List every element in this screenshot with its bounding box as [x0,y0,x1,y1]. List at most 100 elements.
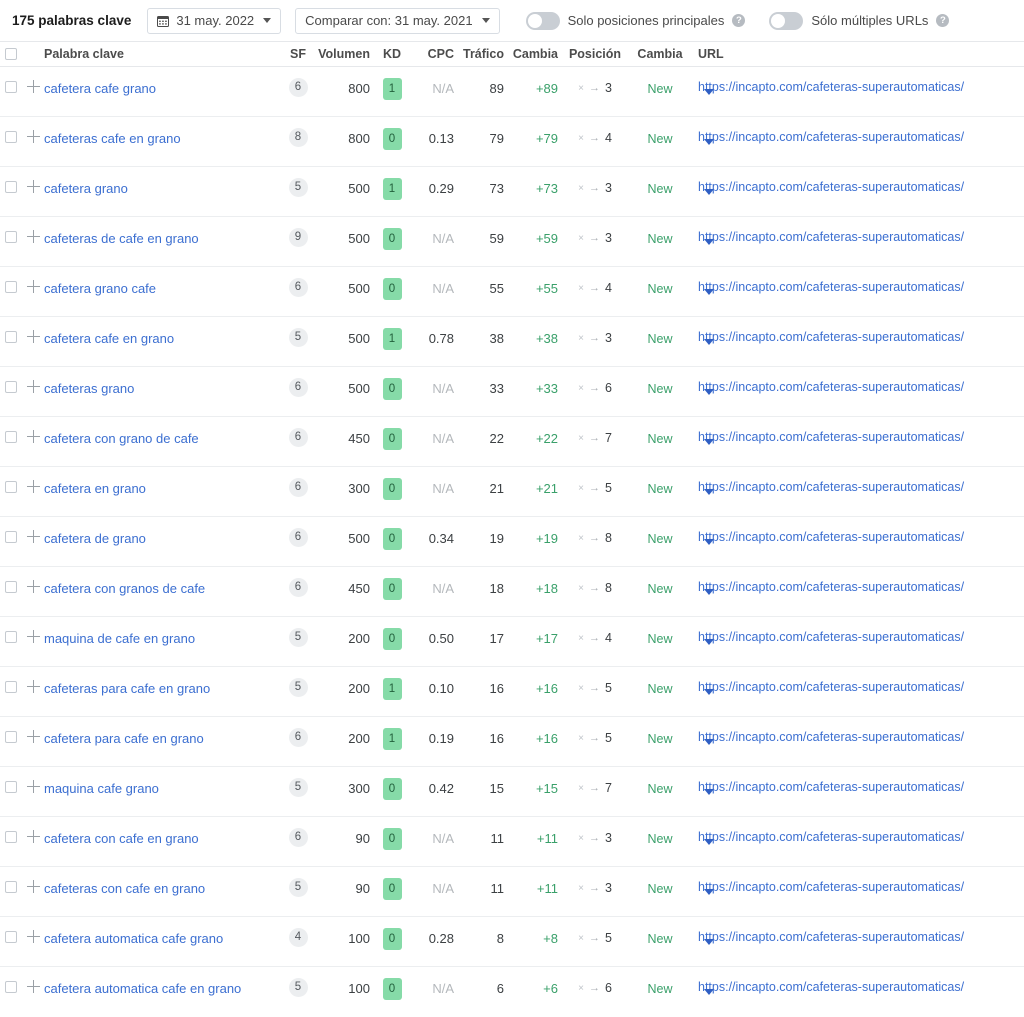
chevron-down-icon[interactable] [704,789,714,810]
chevron-down-icon[interactable] [704,489,714,510]
keyword-link[interactable]: cafeteras para cafe en grano [44,681,210,696]
row-checkbox[interactable] [5,731,17,743]
row-checkbox[interactable] [5,931,17,943]
add-keyword-cell[interactable] [22,217,44,243]
chevron-down-icon[interactable] [704,239,714,260]
add-keyword-cell[interactable] [22,767,44,793]
row-select-cell[interactable] [0,217,22,243]
add-keyword-cell[interactable] [22,317,44,343]
row-select-cell[interactable] [0,917,22,943]
chevron-down-icon[interactable] [704,989,714,1010]
row-checkbox[interactable] [5,331,17,343]
help-icon[interactable]: ? [732,14,746,27]
plus-icon[interactable] [26,130,40,143]
add-keyword-cell[interactable] [22,467,44,493]
chevron-down-icon[interactable] [704,839,714,860]
add-keyword-cell[interactable] [22,367,44,393]
plus-icon[interactable] [26,880,40,893]
help-icon[interactable]: ? [936,14,950,27]
row-select-cell[interactable] [0,517,22,543]
column-header-keyword[interactable]: Palabra clave [44,47,280,61]
row-select-cell[interactable] [0,617,22,643]
keyword-link[interactable]: cafeteras cafe en grano [44,131,181,146]
row-select-cell[interactable] [0,117,22,143]
row-select-cell[interactable] [0,67,22,93]
plus-icon[interactable] [26,830,40,843]
plus-icon[interactable] [26,280,40,293]
row-checkbox[interactable] [5,281,17,293]
chevron-down-icon[interactable] [704,739,714,760]
row-select-cell[interactable] [0,667,22,693]
row-select-cell[interactable] [0,567,22,593]
keyword-link[interactable]: cafetera automatica cafe en grano [44,981,241,996]
keyword-link[interactable]: cafetera grano cafe [44,281,156,296]
compare-date-picker[interactable]: Comparar con: 31 may. 2021 [295,7,500,34]
row-checkbox[interactable] [5,981,17,993]
url-link[interactable]: https://incapto.com/cafeteras-superautom… [698,530,992,545]
chevron-down-icon[interactable] [704,339,714,360]
keyword-link[interactable]: cafetera con grano de cafe [44,431,199,446]
plus-icon[interactable] [26,930,40,943]
add-keyword-cell[interactable] [22,617,44,643]
add-keyword-cell[interactable] [22,717,44,743]
column-header-kd[interactable]: KD [374,47,410,61]
url-link[interactable]: https://incapto.com/cafeteras-superautom… [698,730,992,745]
row-checkbox[interactable] [5,781,17,793]
row-checkbox[interactable] [5,581,17,593]
plus-icon[interactable] [26,230,40,243]
url-link[interactable]: https://incapto.com/cafeteras-superautom… [698,280,992,295]
keyword-link[interactable]: cafetera de grano [44,531,146,546]
row-checkbox[interactable] [5,131,17,143]
chevron-down-icon[interactable] [704,689,714,710]
select-all-checkbox[interactable] [5,48,17,60]
date-picker[interactable]: 31 may. 2022 [147,7,282,34]
select-all-cell[interactable] [0,48,22,60]
keyword-link[interactable]: cafetera en grano [44,481,146,496]
plus-icon[interactable] [26,330,40,343]
add-keyword-cell[interactable] [22,417,44,443]
keyword-link[interactable]: cafetera automatica cafe grano [44,931,223,946]
add-keyword-cell[interactable] [22,167,44,193]
row-checkbox[interactable] [5,431,17,443]
row-select-cell[interactable] [0,267,22,293]
url-link[interactable]: https://incapto.com/cafeteras-superautom… [698,180,992,195]
column-header-position-change[interactable]: Cambia [628,47,692,61]
plus-icon[interactable] [26,480,40,493]
row-select-cell[interactable] [0,967,22,993]
keyword-link[interactable]: cafetera cafe grano [44,81,156,96]
url-link[interactable]: https://incapto.com/cafeteras-superautom… [698,230,992,245]
url-link[interactable]: https://incapto.com/cafeteras-superautom… [698,480,992,495]
keyword-link[interactable]: cafeteras grano [44,381,134,396]
chevron-down-icon[interactable] [704,189,714,210]
chevron-down-icon[interactable] [704,639,714,660]
keyword-link[interactable]: maquina de cafe en grano [44,631,195,646]
plus-icon[interactable] [26,380,40,393]
row-checkbox[interactable] [5,881,17,893]
chevron-down-icon[interactable] [704,439,714,460]
url-link[interactable]: https://incapto.com/cafeteras-superautom… [698,980,992,995]
url-link[interactable]: https://incapto.com/cafeteras-superautom… [698,380,992,395]
url-link[interactable]: https://incapto.com/cafeteras-superautom… [698,880,992,895]
add-keyword-cell[interactable] [22,567,44,593]
row-select-cell[interactable] [0,417,22,443]
chevron-down-icon[interactable] [704,89,714,110]
plus-icon[interactable] [26,180,40,193]
keyword-link[interactable]: cafeteras de cafe en grano [44,231,199,246]
url-link[interactable]: https://incapto.com/cafeteras-superautom… [698,80,992,95]
keyword-link[interactable]: maquina cafe grano [44,781,159,796]
url-link[interactable]: https://incapto.com/cafeteras-superautom… [698,680,992,695]
column-header-volume[interactable]: Volumen [316,47,374,61]
keyword-link[interactable]: cafetera con cafe en grano [44,831,199,846]
row-checkbox[interactable] [5,81,17,93]
toggle-top-positions-only[interactable]: Solo posiciones principales ? [525,11,746,30]
plus-icon[interactable] [26,980,40,993]
url-link[interactable]: https://incapto.com/cafeteras-superautom… [698,930,992,945]
add-keyword-cell[interactable] [22,517,44,543]
column-header-traffic[interactable]: Tráfico [460,47,510,61]
plus-icon[interactable] [26,580,40,593]
chevron-down-icon[interactable] [704,289,714,310]
add-keyword-cell[interactable] [22,967,44,993]
row-select-cell[interactable] [0,867,22,893]
row-checkbox[interactable] [5,831,17,843]
url-link[interactable]: https://incapto.com/cafeteras-superautom… [698,430,992,445]
